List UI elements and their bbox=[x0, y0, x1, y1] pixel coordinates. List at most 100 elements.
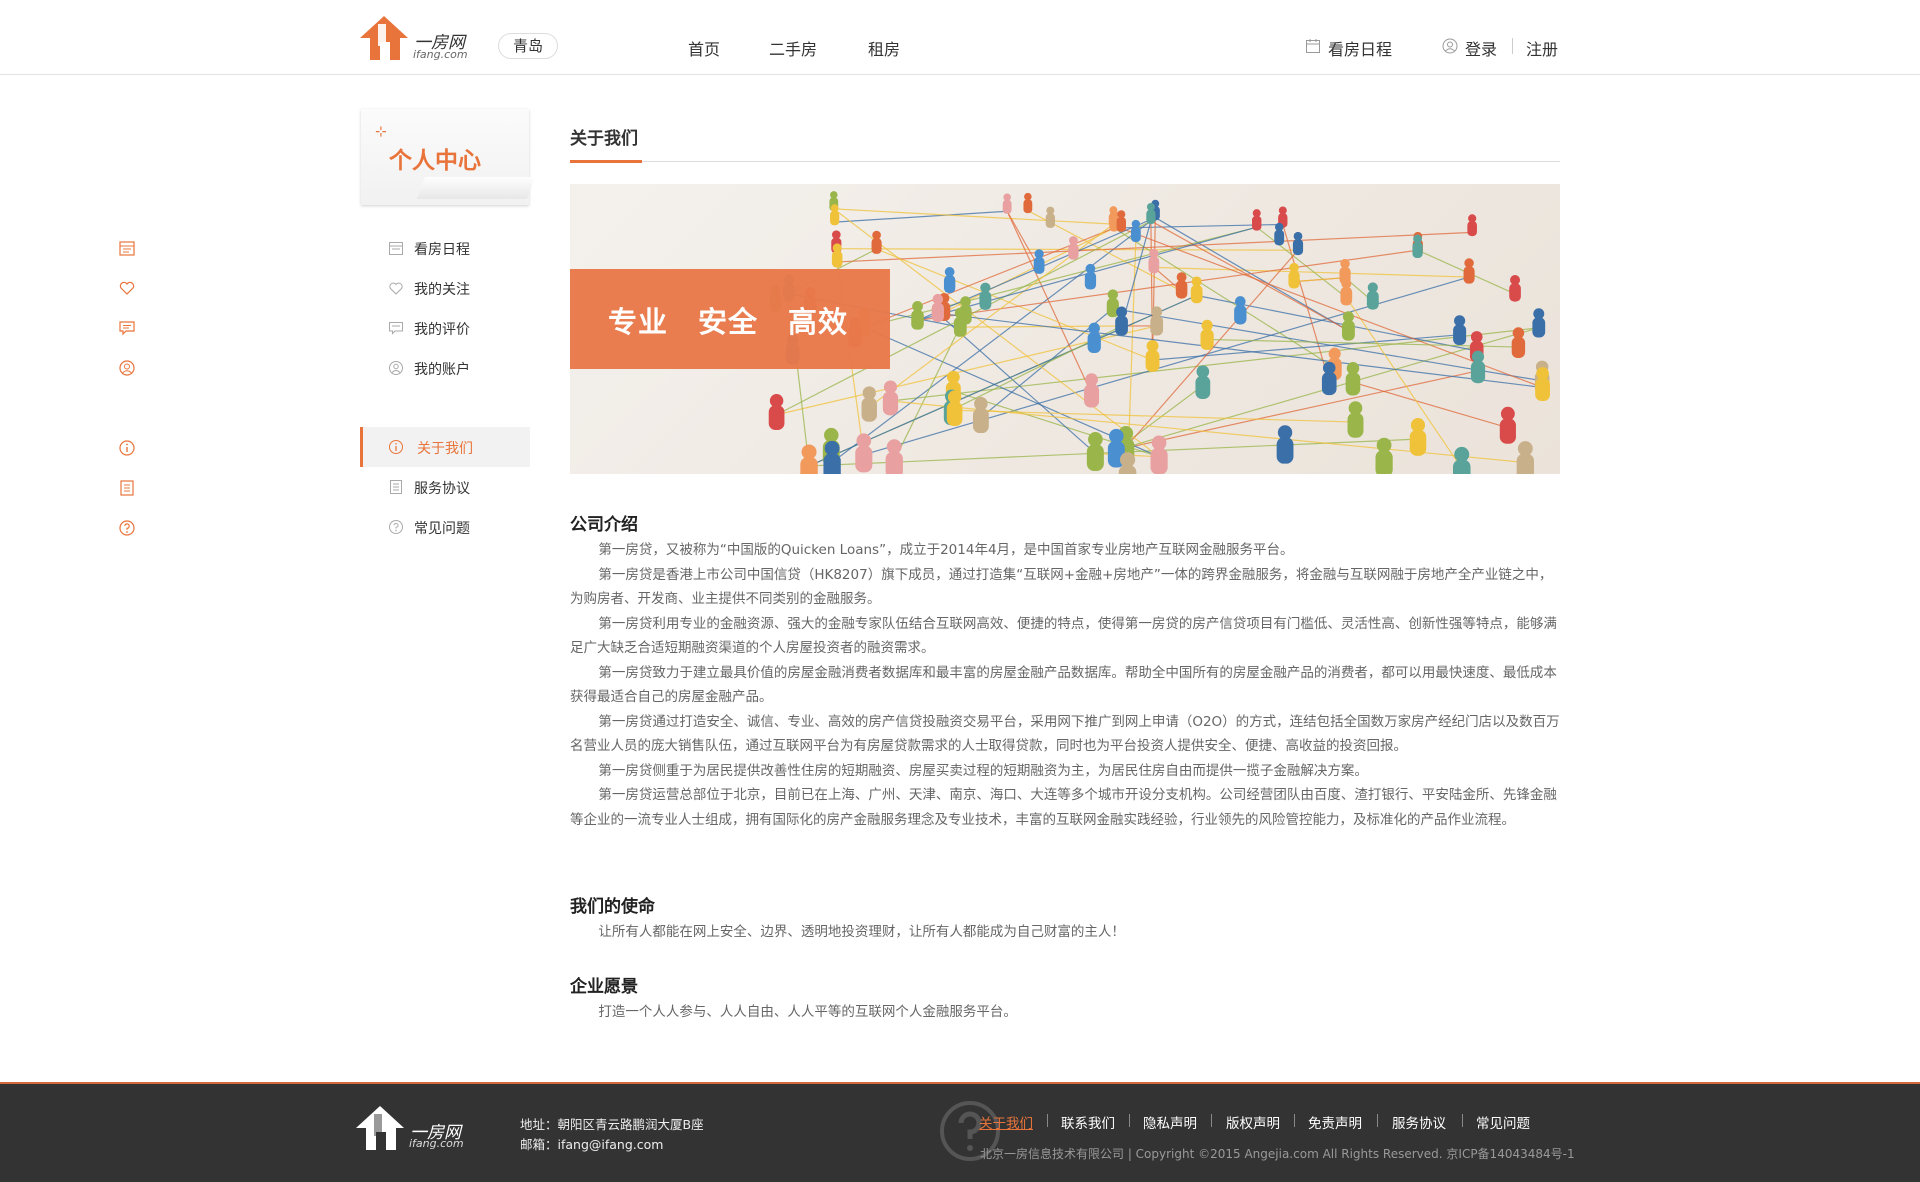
nav-rent[interactable]: 租房 bbox=[868, 36, 900, 60]
pawn-figure bbox=[1175, 272, 1188, 299]
sidebar-item-faq[interactable]: 常见问题 bbox=[360, 507, 530, 547]
network-line bbox=[833, 208, 1114, 225]
pawn-figure bbox=[1150, 306, 1164, 336]
sidebar-item-about[interactable]: 关于我们 bbox=[360, 427, 530, 467]
schedule-link[interactable]: 看房日程 bbox=[1328, 36, 1392, 60]
footer-divider bbox=[1211, 1114, 1212, 1127]
network-line bbox=[1352, 381, 1509, 429]
footer-link-faq[interactable]: 常见问题 bbox=[1476, 1112, 1530, 1132]
pawn-figure bbox=[1252, 209, 1262, 231]
section-title: 企业愿景 bbox=[570, 977, 638, 997]
footer-link-contact[interactable]: 联系我们 bbox=[1061, 1112, 1115, 1132]
pawn-figure bbox=[831, 243, 843, 268]
pawn-figure bbox=[1118, 452, 1137, 474]
calendar-icon[interactable] bbox=[118, 239, 136, 257]
sidebar-item-label: 关于我们 bbox=[417, 441, 473, 457]
footer-link-about[interactable]: 关于我们 bbox=[979, 1112, 1033, 1132]
footer-link-disclaimer[interactable]: 免责声明 bbox=[1308, 1112, 1362, 1132]
sidebar-item-schedule[interactable]: 看房日程 bbox=[360, 228, 530, 268]
sidebar-item-label: 我的关注 bbox=[414, 282, 470, 298]
pawn-figure bbox=[1366, 282, 1379, 310]
info-icon[interactable] bbox=[118, 439, 136, 457]
pawn-figure bbox=[1511, 327, 1526, 358]
login-link[interactable]: 登录 bbox=[1465, 36, 1497, 60]
page-title: 关于我们 bbox=[570, 129, 638, 149]
pawn-figure bbox=[768, 394, 785, 430]
city-selector[interactable]: 青岛 bbox=[498, 33, 558, 59]
pawn-figure bbox=[882, 380, 899, 416]
pawn-figure bbox=[1150, 435, 1168, 474]
footer-link-agreement[interactable]: 服务协议 bbox=[1392, 1112, 1446, 1132]
comment-icon[interactable] bbox=[118, 319, 136, 337]
footer-link-copyright[interactable]: 版权声明 bbox=[1226, 1112, 1280, 1132]
pawn-figure bbox=[1470, 350, 1486, 384]
user-icon[interactable] bbox=[118, 359, 136, 377]
paragraph: 第一房贷运营总部位于北京，目前已在上海、广州、天津、南京、海口、大连等多个城市开… bbox=[570, 787, 1557, 828]
pawn-figure bbox=[1532, 308, 1546, 338]
pawn-figure bbox=[830, 204, 840, 226]
sidebar-item-label: 看房日程 bbox=[414, 242, 470, 258]
sidebar-item-follow[interactable]: 我的关注 bbox=[360, 268, 530, 308]
pawn-figure bbox=[1116, 210, 1126, 232]
network-line bbox=[836, 248, 1298, 251]
nav-home[interactable]: 首页 bbox=[688, 36, 720, 60]
footer-divider bbox=[1129, 1114, 1130, 1127]
nav-second-hand[interactable]: 二手房 bbox=[769, 36, 817, 60]
calendar-icon bbox=[389, 242, 403, 255]
footer-divider bbox=[1377, 1114, 1378, 1127]
pawn-figure bbox=[1148, 248, 1160, 274]
banner-tag: 专业 安全 高效 bbox=[570, 269, 890, 369]
pawn-figure bbox=[800, 444, 818, 474]
pawn-figure bbox=[972, 396, 989, 434]
paragraph: 第一房贷致力于建立最具价值的房屋金融消费者数据库和最丰富的房屋金融产品数据库。帮… bbox=[570, 664, 1557, 706]
sidebar-item-label: 常见问题 bbox=[414, 521, 470, 537]
pawn-figure bbox=[885, 439, 903, 474]
main-content: 关于我们 专业 安全 高效 公司介绍 第一房贷，又被称为“中国版的Quicken… bbox=[570, 120, 1560, 1020]
site-logo[interactable]: 一房网 ifang.com bbox=[358, 14, 478, 62]
sparkle-icon: ⊹ bbox=[375, 124, 387, 140]
pawn-figure bbox=[946, 390, 963, 427]
pawn-figure bbox=[1340, 278, 1353, 306]
register-link[interactable]: 注册 bbox=[1526, 36, 1558, 60]
paragraph: 打造一个人人参与、人人自由、人人平等的互联网个人金融服务平台。 bbox=[598, 1004, 1017, 1020]
info-icon bbox=[389, 440, 403, 454]
heart-icon[interactable] bbox=[118, 279, 136, 297]
pawn-figure bbox=[1023, 192, 1033, 214]
sidebar-item-account[interactable]: 我的账户 bbox=[360, 348, 530, 388]
pawn-figure bbox=[979, 282, 992, 310]
top-header: 一房网 ifang.com 青岛 首页 二手房 租房 看房日程 登录 注册 bbox=[0, 0, 1920, 75]
pawn-figure bbox=[1146, 203, 1156, 224]
pawn-figure bbox=[1234, 296, 1247, 325]
pawn-figure bbox=[1467, 214, 1477, 237]
question-icon[interactable] bbox=[118, 519, 136, 537]
document-icon[interactable] bbox=[118, 479, 136, 497]
footer-copyright: 北京一房信息技术有限公司 | Copyright ©2015 Angejia.c… bbox=[980, 1147, 1575, 1161]
section-title: 我们的使命 bbox=[570, 897, 655, 917]
pawn-figure bbox=[1086, 432, 1104, 471]
pawn-figure bbox=[1516, 441, 1534, 474]
pawn-figure bbox=[1190, 276, 1203, 304]
user-icon bbox=[1442, 38, 1458, 54]
sidebar-item-reviews[interactable]: 我的评价 bbox=[360, 308, 530, 348]
pawn-figure bbox=[1463, 258, 1475, 284]
pawn-figure bbox=[1509, 274, 1521, 302]
logo-sub-text: ifang.com bbox=[413, 48, 468, 61]
pawn-figure bbox=[855, 433, 873, 473]
pawn-figure bbox=[1341, 311, 1355, 341]
footer-logo[interactable]: 一房网 ifang.com bbox=[354, 1104, 474, 1152]
paragraph: 第一房贷，又被称为“中国版的Quicken Loans”，成立于2014年4月，… bbox=[598, 542, 1294, 558]
personal-center-card: ⊹ 个人中心 bbox=[361, 109, 536, 205]
footer-link-privacy[interactable]: 隐私声明 bbox=[1143, 1112, 1197, 1132]
pawn-figure bbox=[871, 230, 882, 254]
pawn-figure bbox=[931, 293, 944, 323]
network-line bbox=[1294, 277, 1346, 283]
sidebar-item-agreement[interactable]: 服务协议 bbox=[360, 467, 530, 507]
header-divider bbox=[1512, 38, 1513, 54]
paragraph: 第一房贷是香港上市公司中国信贷（HK8207）旗下成员，通过打造集“互联网+金融… bbox=[570, 566, 1553, 608]
pawn-figure bbox=[1045, 206, 1055, 228]
personal-center-title: 个人中心 bbox=[389, 148, 481, 174]
pawn-figure bbox=[1409, 418, 1427, 456]
pawn-figure bbox=[1115, 306, 1128, 336]
footer-divider bbox=[1462, 1114, 1463, 1127]
about-banner: 专业 安全 高效 bbox=[570, 184, 1560, 474]
